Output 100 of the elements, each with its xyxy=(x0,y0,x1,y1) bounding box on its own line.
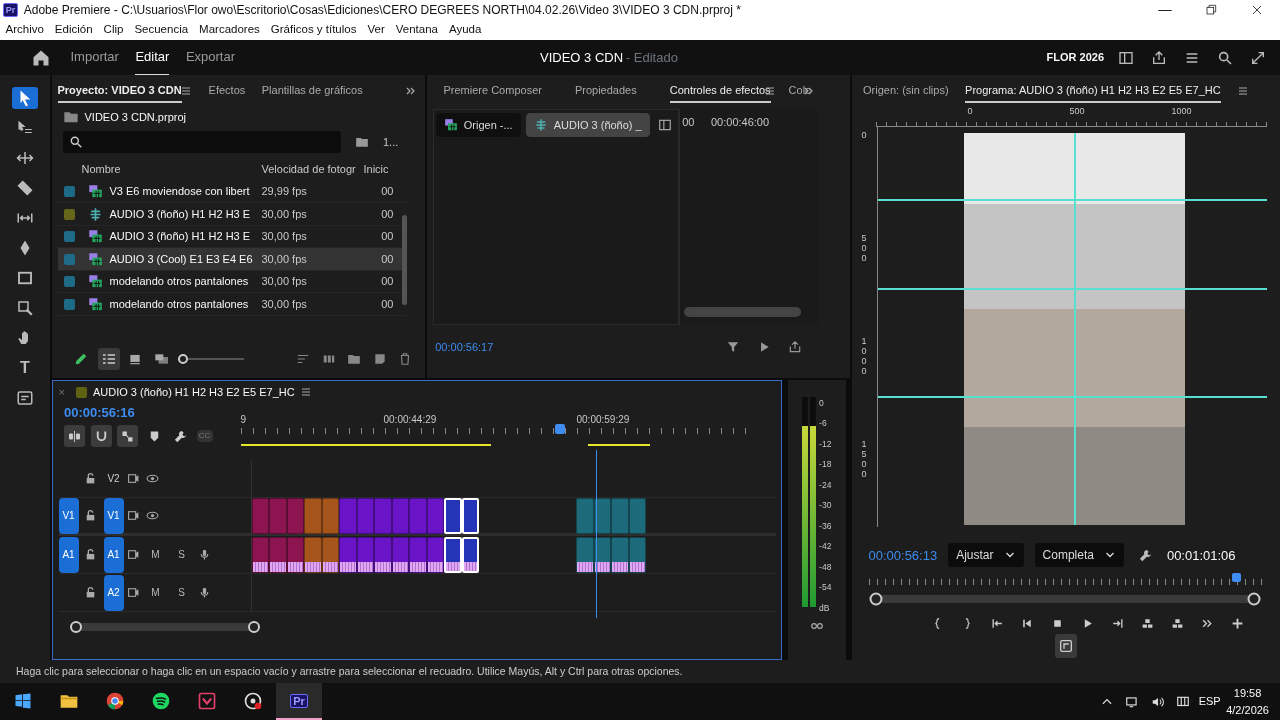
item-name: modelando otros pantalones xyxy=(109,296,250,312)
app-logo: Pr xyxy=(2,3,19,17)
panel-tab[interactable]: Controles de efectos xyxy=(669,77,771,104)
workspace-tab[interactable]: Importar xyxy=(70,38,119,77)
column-header[interactable]: Velocidad de fotogr xyxy=(261,161,364,178)
menu-item[interactable]: Archivo xyxy=(5,21,44,39)
menu-item[interactable]: Clip xyxy=(103,21,124,39)
panel-tab[interactable]: Colc xyxy=(788,77,811,104)
clock-date[interactable]: 4/2/2026 xyxy=(1226,701,1269,718)
ruler-label: 0 xyxy=(967,105,973,119)
project-item[interactable]: AUDIO 3 (ñoño) H1 H2 H3 E 30,00 fps 00 xyxy=(57,203,406,226)
sequence-tab[interactable]: AUDIO 3 (ñoño) H1 H2 H3 E2 E5 E7_HC xyxy=(92,383,295,401)
solo-button[interactable]: S xyxy=(168,543,195,566)
menu-item[interactable]: Ver xyxy=(367,21,385,39)
panel-tab[interactable]: Efectos xyxy=(208,77,246,104)
item-count: 1... xyxy=(383,134,399,150)
panel-tab[interactable]: Programa: AUDIO 3 (ñoño) H1 H2 H3 E2 E5 E7_HC xyxy=(965,77,1221,104)
frame-rate: 29,99 fps xyxy=(261,184,308,200)
ruler-label: 1000 xyxy=(861,337,868,377)
source-patch-button[interactable]: A1 xyxy=(58,536,79,573)
item-name: AUDIO 3 (ñoño) H1 H2 H3 E xyxy=(109,206,252,222)
source-patch-button[interactable]: V1 xyxy=(58,497,79,534)
meter-scale-label: -24 xyxy=(819,478,832,492)
edit-state: - Editado xyxy=(625,48,678,67)
ruler-label: 1000 xyxy=(1171,105,1192,119)
project-name: VIDEO 3 CDN xyxy=(540,48,624,67)
track-target-button[interactable]: V1 xyxy=(103,497,124,534)
menu-item[interactable]: Marcadores xyxy=(199,21,260,39)
mute-button[interactable]: M xyxy=(142,543,169,566)
media-start: 00 xyxy=(380,184,394,200)
frame-rate: 30,00 fps xyxy=(261,229,308,245)
media-start: 00 xyxy=(380,206,394,222)
frame-rate: 30,00 fps xyxy=(261,206,308,222)
workspace-name[interactable]: FLOR 2026 xyxy=(1046,49,1104,66)
menu-item[interactable]: Secuencia xyxy=(134,21,189,39)
media-start: 00 xyxy=(380,296,394,312)
ruler-label: 0 xyxy=(861,131,868,142)
meter-scale-label: -30 xyxy=(819,499,832,512)
meter-scale-label: -54 xyxy=(819,581,832,594)
meter-scale-label: -18 xyxy=(819,458,832,471)
clip-tab[interactable]: AUDIO 3 (ñoño) _ xyxy=(526,112,650,137)
ruler-label: 500 xyxy=(861,234,868,264)
media-start: 00 xyxy=(380,229,394,245)
frame-rate: 30,00 fps xyxy=(261,296,308,312)
close-tab-button[interactable]: × xyxy=(58,383,65,401)
track-target-button[interactable]: V2 xyxy=(103,460,124,497)
panel-tab[interactable]: Propiedades xyxy=(574,77,637,104)
item-name: modelando otros pantalones xyxy=(109,274,250,290)
meter-scale-label: -42 xyxy=(819,540,832,553)
mute-button[interactable]: M xyxy=(142,581,169,604)
frame-rate: 30,00 fps xyxy=(261,251,308,267)
item-name: AUDIO 3 (ñoño) H1 H2 H3 E xyxy=(109,229,252,245)
ruler-label: 00 xyxy=(682,115,695,131)
timecode: 00:00:56:13 xyxy=(868,546,938,565)
ruler-label: 1500 xyxy=(861,440,868,480)
resolution-dropdown[interactable]: Completa xyxy=(1034,543,1124,568)
project-file: VIDEO 3 CDN.prproj xyxy=(84,109,186,125)
meter-scale-label: -48 xyxy=(819,560,832,574)
meter-scale-label: -12 xyxy=(819,437,832,451)
zoom-dropdown[interactable]: Ajustar xyxy=(948,543,1024,568)
clip-tab[interactable]: Origen -... xyxy=(436,112,521,137)
panel-tab[interactable]: Origen: (sin clips) xyxy=(863,77,949,104)
type-tool[interactable]: T xyxy=(12,357,38,379)
menu-item[interactable]: Edición xyxy=(54,21,93,39)
menu-item[interactable]: Ventana xyxy=(395,21,438,39)
status-message: Haga clic para seleccionar o haga clic en un espacio vacío y arrastre para seleccionar el recuadro. Utilice Mayús, Alt y Ctrl para otras opciones. xyxy=(0,660,1280,683)
language-indicator[interactable]: ESP xyxy=(1198,693,1221,710)
media-start: 00 xyxy=(380,251,394,267)
frame-rate: 30,00 fps xyxy=(261,274,308,290)
column-header[interactable]: Nombre xyxy=(81,161,262,178)
ruler-label: 00:00:46:00 xyxy=(711,115,770,131)
timecode: 00:00:56:17 xyxy=(435,339,494,355)
project-item[interactable]: V3 E6 moviendose con libert 29,99 fps 00 xyxy=(57,180,406,204)
panel-tab[interactable]: Proyecto: VIDEO 3 CDN xyxy=(57,77,182,104)
item-name: V3 E6 moviendose con libert xyxy=(109,184,251,200)
window-title: Adobe Premiere - C:\Usuarios\Flor owo\Escritorio\Cosas\Ediciones\CERO DEGREES NORTH\04.02.26\Video 3\VIDEO 3 CDN.prproj * xyxy=(23,2,742,19)
panel-tab[interactable]: Premiere Composer xyxy=(443,77,542,104)
premiere-app-button[interactable]: Pr xyxy=(276,683,322,720)
duration: 00:01:01:06 xyxy=(1166,546,1236,565)
ruler-label: 500 xyxy=(1069,105,1085,119)
media-start: 00 xyxy=(380,274,394,290)
workspace-tab[interactable]: Exportar xyxy=(185,38,235,77)
track-target-button[interactable]: A1 xyxy=(103,536,124,573)
ruler-label: 00:00:44:29 xyxy=(383,413,437,428)
meter-scale-label: -36 xyxy=(819,519,832,533)
clock-time[interactable]: 19:58 xyxy=(1233,685,1262,702)
menu-item[interactable]: Gráficos y títulos xyxy=(270,21,357,39)
panel-tab[interactable]: Plantillas de gráficos xyxy=(261,77,363,104)
column-header[interactable]: Inicic xyxy=(363,161,394,178)
menu-item[interactable]: Ayuda xyxy=(448,21,482,39)
solo-button[interactable]: S xyxy=(168,581,195,604)
meter-scale-label: 0 xyxy=(819,396,825,410)
timecode: 00:00:56:16 xyxy=(64,404,136,422)
track-target-button[interactable]: A2 xyxy=(103,574,124,611)
item-name: AUDIO 3 (Cool) E1 E3 E4 E6 xyxy=(109,251,254,267)
project-item[interactable]: modelando otros pantalones 30,00 fps 00 xyxy=(57,293,406,316)
meter-scale-label: -6 xyxy=(819,417,828,430)
ruler-label: 9 xyxy=(240,413,247,428)
ruler-label: 00:00:59:29 xyxy=(576,413,630,428)
meter-scale-label: dB xyxy=(819,601,831,615)
